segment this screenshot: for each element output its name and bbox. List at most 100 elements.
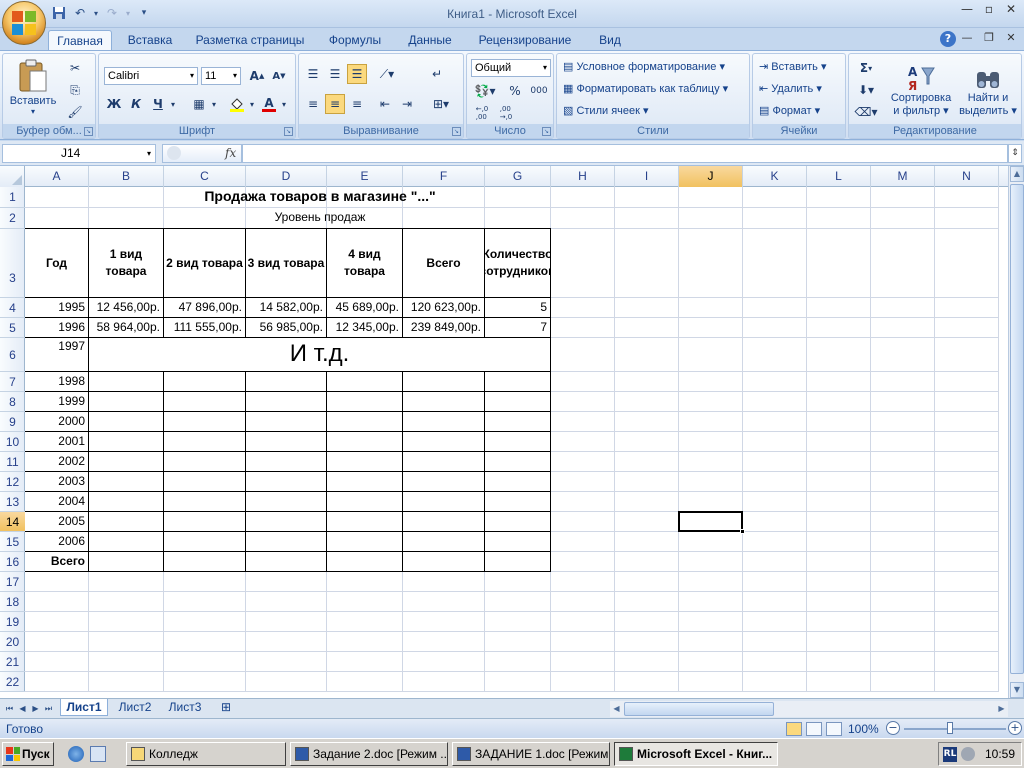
minimize-button[interactable]: — [956,0,978,18]
format-as-table-button[interactable]: ▦ Форматировать как таблицу ▾ [563,82,728,95]
row-header-17[interactable]: 17 [0,572,25,592]
table-empty-cell[interactable] [89,372,164,392]
table-header-cell[interactable]: 2 вид товара [164,229,246,298]
row-header-19[interactable]: 19 [0,612,25,632]
row-header-12[interactable]: 12 [0,472,25,492]
table-empty-cell[interactable] [485,492,551,512]
bold-button[interactable]: Ж [104,94,124,114]
row-header-18[interactable]: 18 [0,592,25,612]
fill-handle[interactable] [740,529,745,534]
vertical-scrollbar[interactable]: ▲ ▼ [1008,166,1024,698]
next-sheet-icon[interactable]: ▶ [30,702,41,715]
column-header-c[interactable]: C [164,166,246,187]
table-empty-cell[interactable] [327,472,403,492]
task-excel[interactable]: Microsoft Excel - Книг... [614,742,778,766]
table-empty-cell[interactable] [485,372,551,392]
row-header-1[interactable]: 1 [0,187,25,208]
format-painter-icon[interactable]: 🖌 [65,102,85,122]
table-empty-cell[interactable] [89,452,164,472]
column-header-a[interactable]: A [25,166,89,187]
fill-icon[interactable]: ⬇▾ [853,80,879,100]
font-size-select[interactable]: 11 ▾ [201,67,241,85]
column-header-l[interactable]: L [807,166,871,187]
table-data-cell[interactable]: 45 689,00р. [327,298,403,318]
number-format-select[interactable]: Общий ▾ [471,59,551,77]
table-empty-cell[interactable] [485,552,551,572]
table-empty-cell[interactable] [327,392,403,412]
table-empty-cell[interactable] [89,472,164,492]
table-header-cell[interactable]: Всего [403,229,485,298]
fill-color-dropdown-icon[interactable]: ▾ [247,94,257,114]
grow-font-icon[interactable]: A ▲ [247,66,267,86]
align-top-icon[interactable]: ☰ [303,64,323,84]
cell-styles-button[interactable]: ▧ Стили ячеек ▾ [563,104,649,117]
table-data-cell[interactable]: 239 849,00р. [403,318,485,338]
row-header-10[interactable]: 10 [0,432,25,452]
table-empty-cell[interactable] [403,472,485,492]
sheet-tab-3[interactable]: Лист3 [162,699,208,716]
task-word-doc-2[interactable]: Задание 2.doc [Режим ... [290,742,448,766]
table-empty-cell[interactable] [403,452,485,472]
sheet-subtitle-cell[interactable]: Уровень продаж [89,208,551,229]
row-header-15[interactable]: 15 [0,532,25,552]
table-data-cell[interactable]: 5 [485,298,551,318]
table-empty-cell[interactable] [164,552,246,572]
year-cell[interactable]: 2001 [25,432,89,452]
table-empty-cell[interactable] [485,532,551,552]
find-select-button[interactable]: Найти и выделить ▾ [957,58,1019,122]
table-empty-cell[interactable] [403,372,485,392]
formula-input[interactable] [242,144,1008,163]
year-cell[interactable]: 2004 [25,492,89,512]
table-empty-cell[interactable] [89,412,164,432]
table-empty-cell[interactable] [164,412,246,432]
number-launcher-icon[interactable]: ↘ [542,127,551,136]
table-data-cell[interactable]: 1995 [25,298,89,318]
table-empty-cell[interactable] [327,552,403,572]
table-empty-cell[interactable] [246,492,327,512]
borders-icon[interactable]: ▦ [189,94,209,114]
zoom-out-icon[interactable]: − [886,721,900,735]
year-cell[interactable]: 2003 [25,472,89,492]
vertical-scroll-thumb[interactable] [1010,184,1024,674]
tab-home[interactable]: Главная [48,30,112,50]
table-empty-cell[interactable] [246,432,327,452]
select-all-button[interactable] [0,166,25,187]
table-empty-cell[interactable] [164,432,246,452]
table-empty-cell[interactable] [327,372,403,392]
table-data-cell[interactable]: 1996 [25,318,89,338]
column-header-e[interactable]: E [327,166,403,187]
table-data-cell[interactable]: 56 985,00р. [246,318,327,338]
table-header-cell[interactable]: 3 вид товара [246,229,327,298]
table-empty-cell[interactable] [164,372,246,392]
sheet-tab-2[interactable]: Лист2 [112,699,158,716]
total-label-cell[interactable]: Всего [25,552,89,572]
autosum-button[interactable]: Σ ▾ [853,58,879,78]
tab-formulas[interactable]: Формулы [322,30,388,50]
align-left-icon[interactable]: ≡ [303,94,323,114]
table-empty-cell[interactable] [246,472,327,492]
zoom-in-icon[interactable]: + [1008,721,1022,735]
horizontal-scroll-thumb[interactable] [624,702,774,716]
table-empty-cell[interactable] [485,412,551,432]
tab-data[interactable]: Данные [400,30,460,50]
table-empty-cell[interactable] [164,392,246,412]
font-name-select[interactable]: Calibri ▾ [104,67,198,85]
table-empty-cell[interactable] [89,392,164,412]
table-empty-cell[interactable] [89,552,164,572]
worksheet-grid[interactable]: ABCDEFGHIJKLMN 1 2 3 4 5 6 7 8 9 10 11 12 13 14 15 16 17… [0,166,1008,698]
font-launcher-icon[interactable]: ↘ [284,127,293,136]
align-middle-icon[interactable]: ☰ [325,64,345,84]
row-header-21[interactable]: 21 [0,652,25,672]
align-bottom-icon[interactable]: ☰ [347,64,367,84]
zoom-slider[interactable] [904,728,1006,730]
table-empty-cell[interactable] [403,492,485,512]
table-empty-cell[interactable] [89,532,164,552]
font-color-dropdown-icon[interactable]: ▾ [279,94,289,114]
table-data-cell[interactable]: 12 345,00р. [327,318,403,338]
table-data-cell[interactable]: 7 [485,318,551,338]
scroll-down-icon[interactable]: ▼ [1010,682,1024,698]
workbook-restore-button[interactable]: ❐ [980,31,998,47]
row-header-7[interactable]: 7 [0,372,25,392]
row-header-20[interactable]: 20 [0,632,25,652]
task-folder[interactable]: Колледж [126,742,286,766]
